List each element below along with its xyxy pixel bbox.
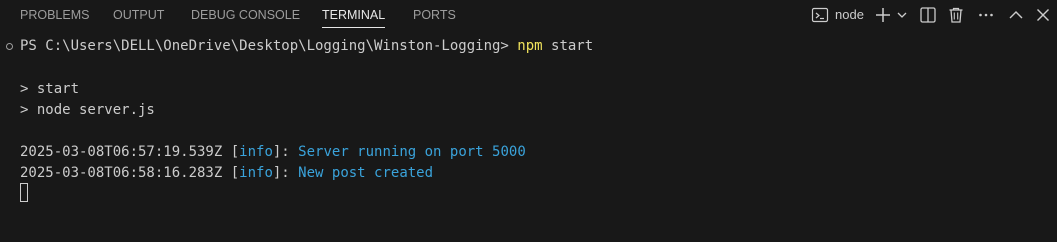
exec-line: > node server.js xyxy=(20,102,155,118)
panel-actions: node xyxy=(0,0,1057,30)
terminal-icon[interactable] xyxy=(810,5,830,25)
terminal-cursor xyxy=(20,183,28,202)
more-icon[interactable] xyxy=(976,5,996,25)
terminal-output[interactable]: PS C:\Users\DELL\OneDrive\Desktop\Loggin… xyxy=(0,30,1057,242)
command-bin: npm xyxy=(517,38,543,54)
log-message: New post created xyxy=(298,165,434,181)
log-message: Server running on port 5000 xyxy=(298,144,526,160)
split-icon[interactable] xyxy=(918,5,938,25)
log-level: info xyxy=(239,165,273,181)
log-timestamp: 2025-03-08T06:58:16.283Z xyxy=(20,165,223,181)
terminal-panel: PROBLEMS OUTPUT DEBUG CONSOLE TERMINAL P… xyxy=(0,0,1057,242)
log-bracket-close: ]: xyxy=(272,144,299,160)
command-args: start xyxy=(542,38,594,54)
chevron-down-icon[interactable] xyxy=(895,5,909,25)
terminal-instance-name[interactable]: node xyxy=(835,5,864,25)
log-line: 2025-03-08T06:57:19.539Z [info]: Server … xyxy=(20,142,526,163)
log-bracket-close: ]: xyxy=(272,165,299,181)
prompt: PS C:\Users\DELL\OneDrive\Desktop\Loggin… xyxy=(20,38,518,54)
trash-icon[interactable] xyxy=(946,5,966,25)
log-bracket-open: [ xyxy=(222,144,240,160)
log-timestamp: 2025-03-08T06:57:19.539Z xyxy=(20,144,223,160)
close-icon[interactable] xyxy=(1033,5,1053,25)
log-line: 2025-03-08T06:58:16.283Z [info]: New pos… xyxy=(20,163,433,184)
prompt-line: PS C:\Users\DELL\OneDrive\Desktop\Loggin… xyxy=(20,36,593,57)
log-bracket-open: [ xyxy=(222,165,240,181)
command-decoration-icon[interactable] xyxy=(6,43,13,50)
plus-icon[interactable] xyxy=(873,5,893,25)
script-line: > start xyxy=(20,81,80,97)
chevron-up-icon[interactable] xyxy=(1006,5,1026,25)
log-level: info xyxy=(239,144,273,160)
